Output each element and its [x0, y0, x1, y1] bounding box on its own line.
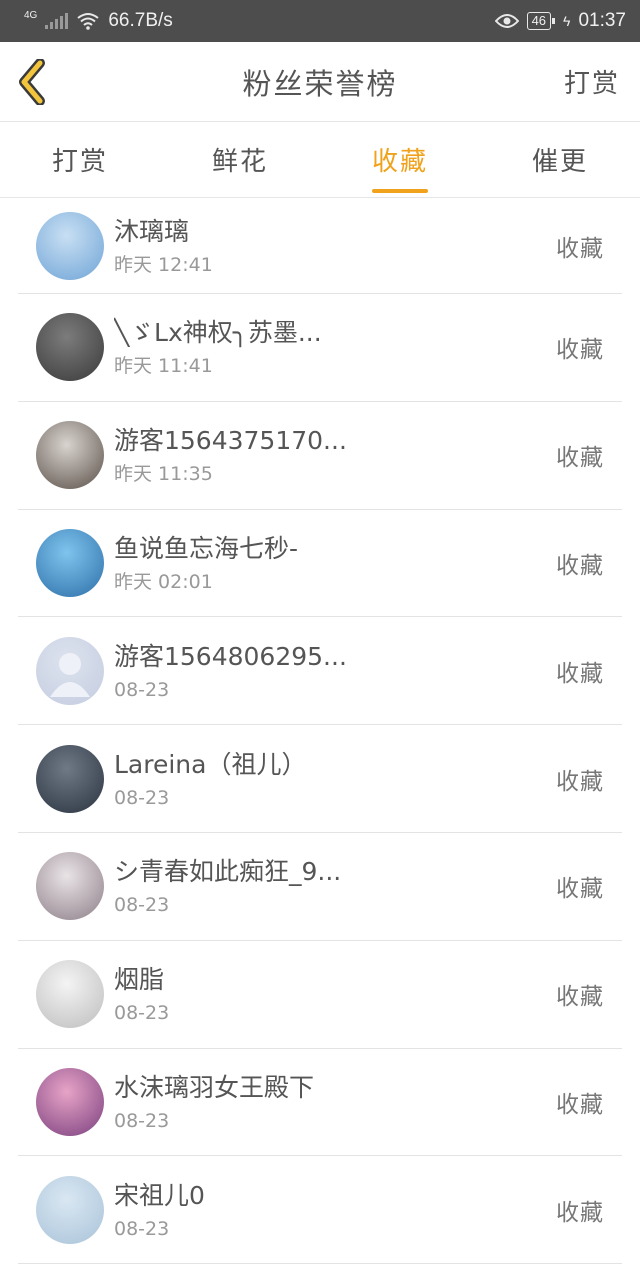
battery-indicator: 46: [526, 12, 556, 30]
avatar[interactable]: [36, 852, 104, 921]
fan-time: 昨天 11:41: [114, 355, 213, 378]
fan-name: 沐璃璃: [114, 216, 190, 246]
status-left: 4G 66.7B/s: [24, 10, 495, 32]
action-label: 收藏: [556, 235, 604, 262]
action-label: 收藏: [556, 552, 604, 579]
tab-collect[interactable]: 收藏: [320, 122, 480, 197]
fan-time: 08-23: [114, 1109, 170, 1132]
fan-name: Lareina（祖儿）: [114, 749, 307, 779]
fan-time: 昨天 02:01: [114, 570, 213, 593]
item-info: シ青春如此痴狂_9... 08-23: [114, 855, 544, 917]
tab-urge[interactable]: 催更: [480, 122, 640, 197]
avatar[interactable]: [36, 528, 104, 597]
item-info: 烟脂 08-23: [114, 963, 544, 1025]
list-item[interactable]: 水沫璃羽女王殿下 08-23 收藏: [18, 1049, 622, 1157]
action-label: 收藏: [556, 1091, 604, 1118]
fan-name: ╲ゞLx神权╮苏墨...: [114, 318, 322, 348]
fan-time: 08-23: [114, 786, 170, 809]
avatar[interactable]: [36, 211, 104, 280]
list-item[interactable]: Lareina（祖儿） 08-23 收藏: [18, 725, 622, 833]
tab-bar: 打赏 鲜花 收藏 催更: [0, 122, 640, 198]
list-item[interactable]: シ青春如此痴狂_9... 08-23 收藏: [18, 833, 622, 941]
avatar[interactable]: [36, 744, 104, 813]
action-label: 收藏: [556, 768, 604, 795]
item-info: 游客1564375170... 昨天 11:35: [114, 424, 544, 486]
fan-name: 烟脂: [114, 965, 165, 995]
list-item[interactable]: 烟脂 08-23 收藏: [18, 941, 622, 1049]
fan-time: 08-23: [114, 1002, 170, 1025]
list-item[interactable]: 鱼说鱼忘海七秒- 昨天 02:01 收藏: [18, 510, 622, 618]
fan-name: 宋祖儿0: [114, 1180, 205, 1210]
list-item[interactable]: 宋祖儿0 08-23 收藏: [18, 1156, 622, 1265]
nav-bar: 粉丝荣誉榜 打赏: [0, 42, 640, 122]
charging-icon: ϟ: [563, 13, 571, 29]
status-right: 46 ϟ 01:37: [494, 10, 626, 32]
page-title: 粉丝荣誉榜: [242, 66, 398, 101]
chevron-left-icon: [19, 58, 45, 105]
avatar[interactable]: [36, 960, 104, 1029]
action-label: 收藏: [556, 337, 604, 364]
eye-icon: [494, 14, 519, 28]
avatar[interactable]: [36, 1067, 104, 1136]
fan-name: 水沫璃羽女王殿下: [114, 1072, 315, 1102]
network-speed: 66.7B/s: [108, 10, 173, 31]
action-label: 收藏: [556, 1199, 604, 1226]
signal-icon: [45, 13, 69, 29]
list-item[interactable]: 游客1564375170... 昨天 11:35 收藏: [18, 402, 622, 510]
fan-name: シ青春如此痴狂_9...: [114, 857, 342, 887]
tab-reward[interactable]: 打赏: [0, 122, 160, 197]
item-info: 游客1564806295... 08-23: [114, 640, 544, 702]
wifi-icon: [77, 13, 99, 30]
item-info: 水沫璃羽女王殿下 08-23: [114, 1071, 544, 1133]
default-avatar-icon: [50, 652, 90, 697]
list-item[interactable]: 沐璃璃 昨天 12:41 收藏: [18, 198, 622, 294]
fan-name: 游客1564375170...: [114, 426, 347, 456]
item-info: 宋祖儿0 08-23: [114, 1179, 544, 1241]
fan-list: 沐璃璃 昨天 12:41 收藏 ╲ゞLx神权╮苏墨... 昨天 11:41 收藏…: [0, 198, 640, 1265]
status-bar: 4G 66.7B/s 46 ϟ 01:37: [0, 0, 640, 42]
back-button[interactable]: [0, 42, 70, 122]
fan-time: 08-23: [114, 894, 170, 917]
action-label: 收藏: [556, 660, 604, 687]
item-info: ╲ゞLx神权╮苏墨... 昨天 11:41: [114, 316, 544, 378]
avatar[interactable]: [36, 636, 104, 705]
fan-time: 08-23: [114, 678, 170, 701]
fan-time: 昨天 11:35: [114, 463, 213, 486]
fan-time: 昨天 12:41: [114, 253, 213, 276]
item-info: 沐璃璃 昨天 12:41: [114, 215, 544, 277]
reward-button[interactable]: 打赏: [564, 63, 640, 100]
tab-flowers[interactable]: 鲜花: [160, 122, 320, 197]
avatar[interactable]: [36, 421, 104, 490]
fan-name: 鱼说鱼忘海七秒-: [114, 533, 299, 563]
avatar[interactable]: [36, 313, 104, 382]
action-label: 收藏: [556, 445, 604, 472]
list-item[interactable]: ╲ゞLx神权╮苏墨... 昨天 11:41 收藏: [18, 294, 622, 402]
action-label: 收藏: [556, 876, 604, 903]
clock: 01:37: [578, 10, 626, 31]
action-label: 收藏: [556, 984, 604, 1011]
list-item[interactable]: 游客1564806295... 08-23 收藏: [18, 617, 622, 726]
item-info: Lareina（祖儿） 08-23: [114, 748, 544, 810]
avatar[interactable]: [36, 1175, 104, 1244]
fan-name: 游客1564806295...: [114, 641, 347, 671]
fan-time: 08-23: [114, 1217, 170, 1240]
item-info: 鱼说鱼忘海七秒- 昨天 02:01: [114, 532, 544, 594]
network-type: 4G: [24, 9, 38, 21]
